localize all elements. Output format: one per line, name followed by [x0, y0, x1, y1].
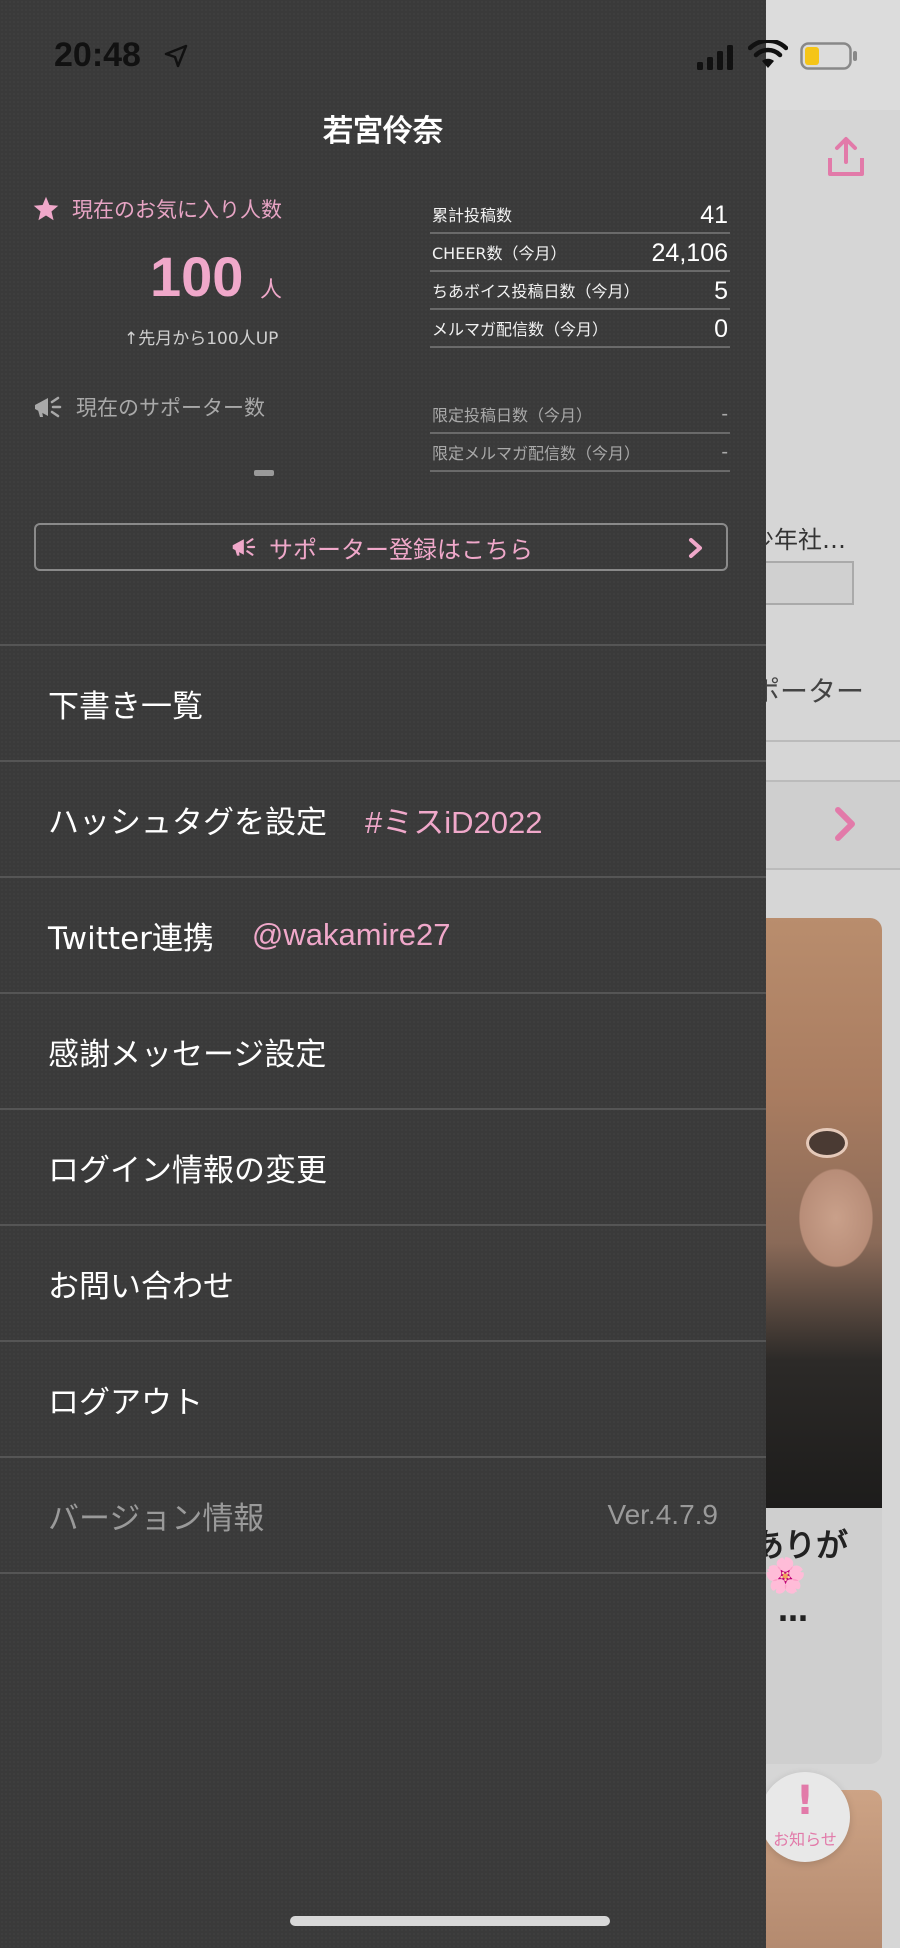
location-arrow-icon	[164, 44, 188, 68]
stat-row-newsletter: メルマガ配信数（今月） 0	[430, 310, 730, 348]
drawer-menu: 下書き一覧 ハッシュタグを設定 #ミスiD2022 Twitter連携 @wak…	[0, 644, 766, 1574]
cellular-signal-icon	[697, 45, 733, 70]
menu-item-label: ハッシュタグを設定	[48, 804, 327, 841]
menu-item-thanks-message[interactable]: 感謝メッセージ設定	[0, 994, 766, 1110]
menu-item-hashtag[interactable]: ハッシュタグを設定 #ミスiD2022	[0, 762, 766, 878]
stat-value: -	[721, 441, 728, 463]
stat-value: 5	[714, 277, 728, 305]
menu-item-label: Twitter連携	[48, 920, 214, 957]
twitter-handle: @wakamire27	[251, 917, 451, 952]
stat-label: メルマガ配信数（今月）	[432, 320, 609, 339]
cherry-blossom-emoji: 🌸	[764, 1556, 807, 1596]
supporters-label-row: 現在のサポーター数	[32, 392, 265, 422]
stat-label: CHEER数（今月）	[432, 244, 567, 263]
menu-item-label: お問い合わせ	[48, 1268, 234, 1305]
stat-value: 24,106	[651, 239, 728, 267]
menu-item-version: バージョン情報 Ver.4.7.9	[0, 1458, 766, 1574]
menu-item-drafts[interactable]: 下書き一覧	[0, 646, 766, 762]
favorites-label-row: 現在のお気に入り人数	[32, 194, 282, 224]
stat-row-limited-posts: 限定投稿日数（今月） -	[430, 396, 730, 434]
supporter-button-label: サポーター登録はこちら	[269, 535, 533, 564]
share-icon[interactable]	[826, 136, 866, 178]
stat-label: 限定メルマガ配信数（今月）	[432, 444, 641, 463]
wifi-icon	[748, 40, 788, 68]
battery-icon	[800, 42, 857, 70]
menu-item-login-info[interactable]: ログイン情報の変更	[0, 1110, 766, 1226]
favorites-count: 100	[150, 245, 244, 308]
side-drawer: 20:48 若宮伶奈 現在のお気に入り人数 100 人 ↑先月から100人UP …	[0, 0, 766, 1948]
stat-row-total-posts: 累計投稿数 41	[430, 196, 730, 234]
stat-row-limited-newsletter: 限定メルマガ配信数（今月） -	[430, 434, 730, 472]
background-banner[interactable]	[766, 780, 900, 870]
photo-eye-detail	[806, 1128, 848, 1158]
hashtag-value: #ミスiD2022	[365, 804, 543, 840]
notice-button[interactable]: ! お知らせ	[760, 1772, 850, 1862]
supporter-button-content: サポーター登録はこちら	[36, 525, 726, 569]
supporters-label: 現在のサポーター数	[76, 396, 265, 420]
supporters-count-placeholder	[254, 470, 274, 476]
background-input-box	[760, 561, 854, 605]
menu-item-label: バージョン情報	[48, 1500, 265, 1537]
limited-stats-table: 限定投稿日数（今月） - 限定メルマガ配信数（今月） -	[430, 396, 730, 472]
chevron-right-icon	[835, 807, 855, 841]
stat-label: 累計投稿数	[432, 206, 513, 225]
stat-value: 41	[700, 201, 728, 229]
stat-value: -	[721, 403, 728, 425]
favorites-unit: 人	[260, 278, 283, 303]
menu-item-contact[interactable]: お問い合わせ	[0, 1226, 766, 1342]
background-post-card[interactable]	[766, 918, 882, 1764]
post-photo	[766, 918, 882, 1508]
menu-item-twitter[interactable]: Twitter連携 @wakamire27	[0, 878, 766, 994]
chevron-right-icon	[689, 538, 702, 558]
menu-item-label: ログアウト	[48, 1384, 203, 1421]
notice-label: お知らせ	[773, 1830, 837, 1849]
menu-item-label: ログイン情報の変更	[48, 1152, 327, 1189]
megaphone-icon	[35, 396, 62, 418]
stat-label: ちあボイス投稿日数（今月）	[432, 282, 640, 301]
favorites-change: ↑先月から100人UP	[124, 329, 279, 349]
stat-value: 0	[714, 315, 728, 343]
status-time: 20:48	[54, 36, 141, 74]
supporter-register-button[interactable]: サポーター登録はこちら	[34, 523, 728, 571]
exclamation-icon: !	[795, 1778, 815, 1824]
star-icon	[33, 196, 59, 221]
profile-name: 若宮伶奈	[323, 114, 443, 149]
favorites-label: 現在のお気に入り人数	[72, 198, 282, 222]
megaphone-icon	[232, 538, 256, 556]
stat-row-voice-days: ちあボイス投稿日数（今月） 5	[430, 272, 730, 310]
menu-item-label: 下書き一覧	[48, 688, 203, 725]
menu-item-logout[interactable]: ログアウト	[0, 1342, 766, 1458]
version-value: Ver.4.7.9	[607, 1499, 718, 1530]
stat-row-cheer: CHEER数（今月） 24,106	[430, 234, 730, 272]
background-divider	[766, 740, 900, 742]
caption-ellipsis: …	[778, 1594, 808, 1629]
home-indicator[interactable]	[290, 1916, 610, 1926]
menu-item-label: 感謝メッセージ設定	[48, 1036, 327, 1073]
stat-label: 限定投稿日数（今月）	[432, 406, 593, 425]
stats-table: 累計投稿数 41 CHEER数（今月） 24,106 ちあボイス投稿日数（今月）…	[430, 196, 730, 348]
background-tab-label: ポーター	[752, 675, 865, 708]
